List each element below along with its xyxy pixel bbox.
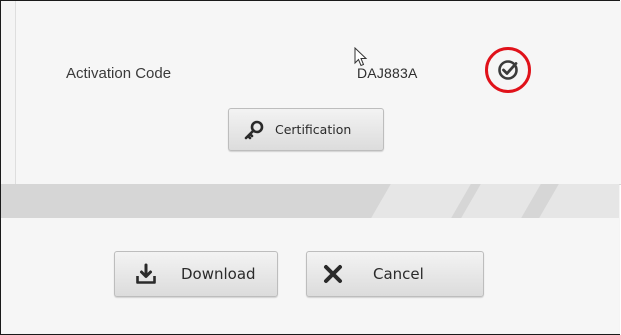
check-circle-icon <box>498 60 518 80</box>
activation-code-value: DAJ883A <box>357 65 418 81</box>
activation-panel <box>15 1 621 185</box>
cancel-button-label: Cancel <box>373 265 424 283</box>
certification-button[interactable]: Certification <box>228 108 384 151</box>
download-icon <box>136 263 156 284</box>
certification-button-label: Certification <box>275 122 352 137</box>
cancel-button[interactable]: Cancel <box>306 251 484 297</box>
download-button[interactable]: Download <box>114 251 278 297</box>
key-icon <box>244 120 264 139</box>
activation-code-label: Activation Code <box>66 65 172 82</box>
divider-band <box>1 184 619 218</box>
close-icon <box>324 265 342 283</box>
mouse-cursor-icon <box>354 47 368 67</box>
download-button-label: Download <box>181 265 256 283</box>
